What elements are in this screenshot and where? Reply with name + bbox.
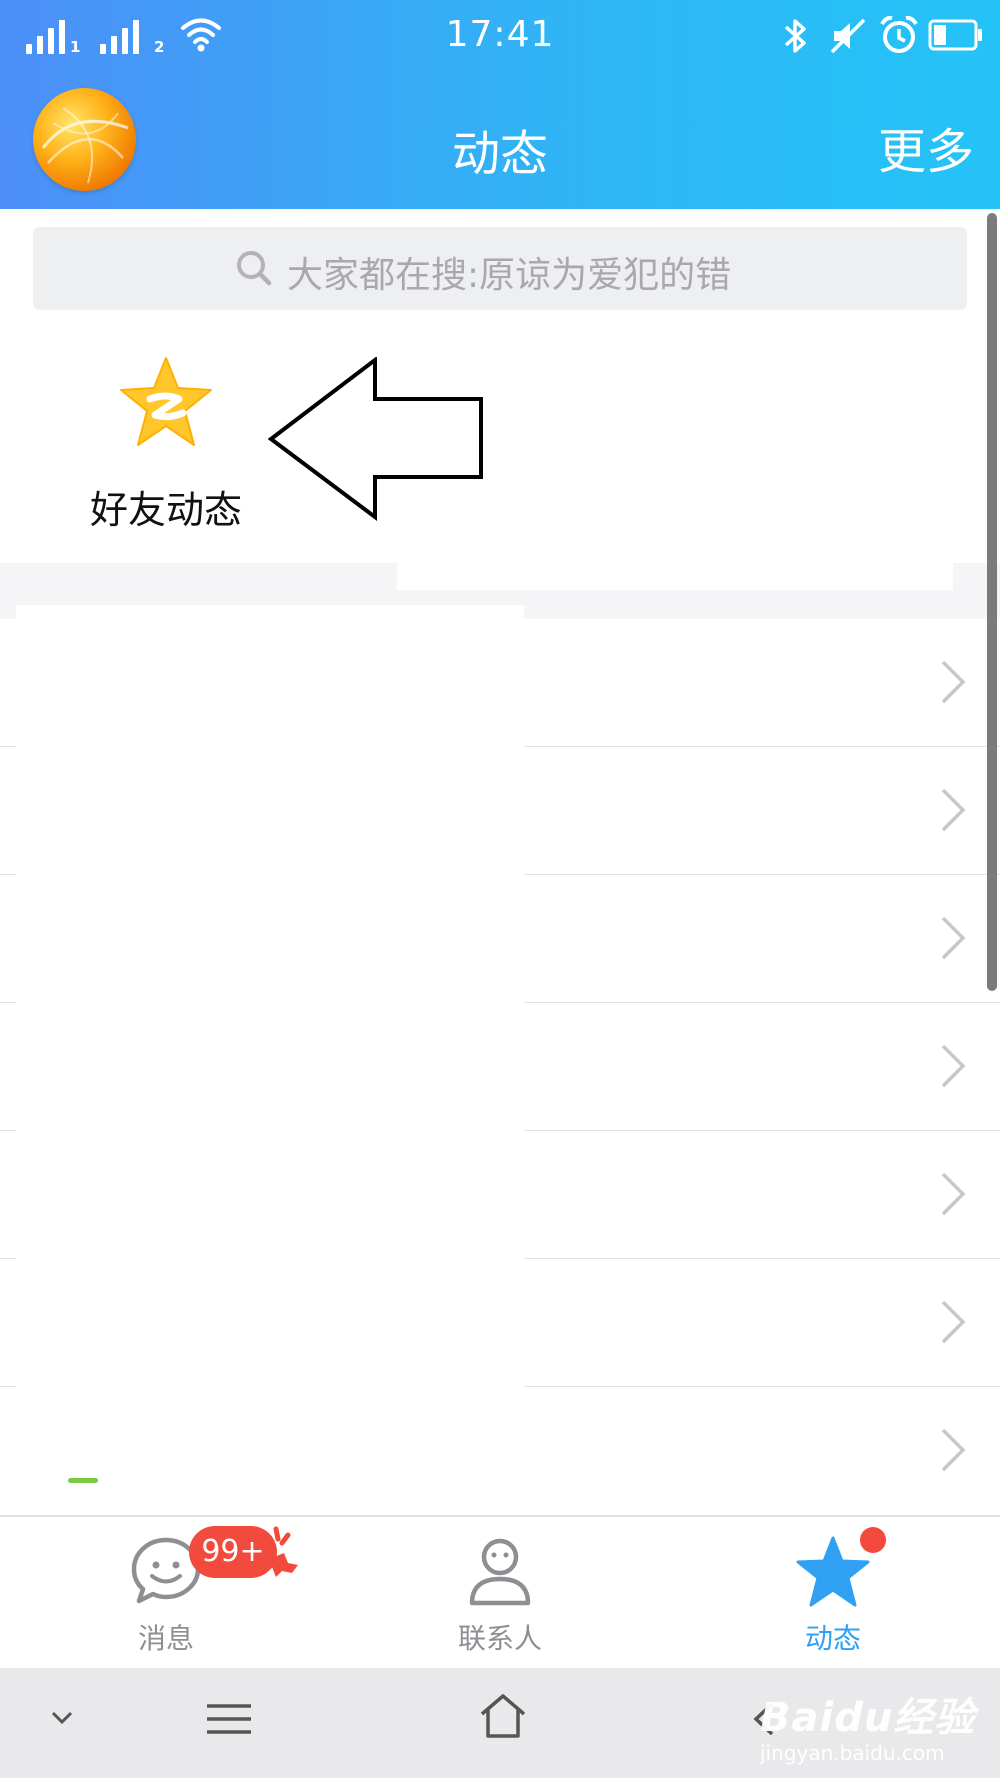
chevron-right-icon bbox=[941, 1044, 966, 1088]
search-placeholder: 大家都在搜:原谅为爱犯的错 bbox=[287, 255, 732, 296]
tab-label: 消息 bbox=[137, 1622, 194, 1655]
chevron-right-icon bbox=[941, 1172, 966, 1216]
home-icon[interactable] bbox=[478, 1692, 528, 1740]
chevron-right-icon bbox=[941, 660, 966, 704]
status-bar: 1 2 17:41 bbox=[0, 0, 1000, 74]
star-icon bbox=[796, 1536, 870, 1607]
watermark-main: Baidu经验 bbox=[760, 1695, 976, 1741]
search-bar[interactable]: 大家都在搜:原谅为爱犯的错 bbox=[33, 227, 967, 310]
pointer-arrow-icon bbox=[268, 357, 483, 521]
scrollbar[interactable] bbox=[987, 213, 997, 991]
battery-icon bbox=[928, 19, 982, 51]
chevron-down-icon[interactable] bbox=[50, 1710, 74, 1726]
chevron-right-icon bbox=[941, 916, 966, 960]
watermark-sub: jingyan.baidu.com bbox=[760, 1741, 945, 1765]
tab-label: 联系人 bbox=[457, 1622, 542, 1655]
search-icon bbox=[237, 251, 272, 286]
tab-label: 动态 bbox=[804, 1622, 861, 1655]
mute-icon bbox=[830, 18, 866, 54]
chevron-right-icon bbox=[941, 788, 966, 832]
redaction-mask bbox=[16, 605, 524, 1485]
notification-dot bbox=[860, 1527, 886, 1553]
page-title: 动态 bbox=[451, 126, 548, 182]
watermark: Baidu经验 jingyan.baidu.com bbox=[760, 1685, 975, 1765]
tab-contacts[interactable]: 联系人 bbox=[400, 1517, 600, 1670]
friend-feed-entry[interactable]: 好友动态 bbox=[80, 355, 255, 532]
tab-bar: 消息 99+ 联系人 动态 bbox=[0, 1515, 1000, 1668]
app-header: 1 2 17:41 动态 更多 bbox=[0, 0, 1000, 209]
bluetooth-icon bbox=[784, 19, 806, 53]
nav-bar: 动态 更多 bbox=[0, 74, 1000, 209]
chevron-right-icon bbox=[941, 1428, 966, 1472]
badge-sparkle-icon bbox=[257, 1526, 298, 1577]
qzone-star-icon bbox=[120, 357, 212, 446]
contact-person-icon bbox=[469, 1538, 531, 1606]
tab-feed[interactable]: 动态 bbox=[733, 1517, 933, 1670]
online-indicator bbox=[68, 1478, 98, 1483]
redaction-mask bbox=[397, 558, 953, 590]
alarm-icon bbox=[880, 15, 918, 53]
menu-icon[interactable] bbox=[205, 1702, 253, 1736]
chevron-right-icon bbox=[941, 1300, 966, 1344]
friend-feed-label: 好友动态 bbox=[90, 488, 243, 532]
more-button[interactable]: 更多 bbox=[878, 112, 974, 182]
